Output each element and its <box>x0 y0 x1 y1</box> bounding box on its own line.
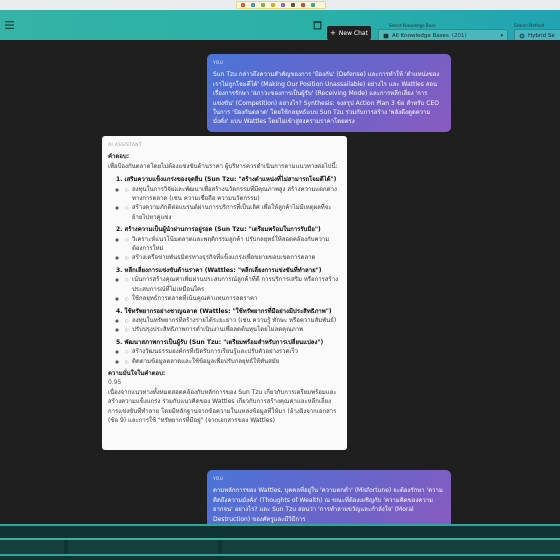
message-text: ตามหลักการของ Wattles, บุคคลที่อยู่ใน 'ค… <box>213 487 443 523</box>
message-text: Sun Tzu กล่าวถึงความสำคัญของการ 'ป้องกัน… <box>213 71 440 126</box>
gear-icon <box>519 33 525 39</box>
bullet-item: ใช้กลยุทธ์การตลาดที่เน้นคุณค่าแทนการลดรา… <box>125 294 341 304</box>
extension-toolbar[interactable] <box>236 1 326 9</box>
divider <box>0 554 560 556</box>
confidence-label: ความมั่นใจในคำตอบ: <box>108 369 166 377</box>
section-title: 4. ใช้ทรัพยากรอย่างชาญฉลาด (Wattles: "ใช… <box>116 307 332 315</box>
divider <box>0 538 560 540</box>
list-item: 1. เสริมความแข็งแกร่งของจุดยืน (Sun Tzu:… <box>108 175 341 222</box>
extension-icon[interactable] <box>301 3 305 7</box>
message-role: YOU <box>213 61 224 66</box>
bullet-item: สร้างความภักดีต่อแบรนด์ผ่านการบริการที่เ… <box>125 203 341 222</box>
knowledge-base-label: Select Knowledge Base <box>389 23 436 28</box>
list-item: 5. พัฒนาสภาพการเป็นผู้รับ (Sun Tzu: "เตร… <box>108 338 341 367</box>
chevron-down-icon: ▾ <box>500 33 503 39</box>
assistant-message: AI ASSISTANT คำตอบ: เพื่อป้องกันตลาดโดยไ… <box>102 136 347 450</box>
menu-icon[interactable] <box>4 19 15 30</box>
answer-heading: คำตอบ: <box>108 153 130 161</box>
extension-icon[interactable] <box>271 3 275 7</box>
search-method-label: Search Method <box>514 23 545 28</box>
bullet-item: วิเคราะห์แนวโน้มตลาดและพฤติกรรมลูกค้า ปร… <box>125 235 341 254</box>
bullet-item: สร้างเครือข่ายพันธมิตรทางธุรกิจที่แข็งแก… <box>125 253 341 263</box>
footer-segment <box>68 540 218 554</box>
footer-segment <box>222 540 560 554</box>
search-method-value: Hybrid Se <box>528 33 555 39</box>
bullet-item: ปรับปรุงประสิทธิภาพการดำเนินงานเพื่อลดต้… <box>125 325 341 335</box>
new-chat-button[interactable]: + New Chat <box>327 26 371 40</box>
message-role: AI ASSISTANT <box>108 143 143 148</box>
extension-icon[interactable] <box>241 3 245 7</box>
browser-toolbar <box>0 0 560 10</box>
answer-intro: เพื่อป้องกันตลาดโดยไม่ต้องแข่งขันด้านราค… <box>108 162 338 170</box>
knowledge-base-value: All Knowledge Bases <box>392 33 449 39</box>
confidence-explanation: เนื่องจากแนวทางทั้งหมดสอดคล้องกับหลักการ… <box>108 388 337 424</box>
extension-icon[interactable] <box>291 3 295 7</box>
list-item: 2. สร้างความเป็นผู้นำผ่านการอยู่รอด (Sun… <box>108 225 341 263</box>
knowledge-base-count: (201) <box>451 33 467 39</box>
user-message: YOU ตามหลักการของ Wattles, บุคคลที่อยู่ใ… <box>207 470 451 524</box>
new-chat-label: New Chat <box>338 29 368 37</box>
confidence-block: ความมั่นใจในคำตอบ: 0.95 เนื่องจากแนวทางท… <box>108 369 341 425</box>
bullet-item: ติดตามข้อมูลตลาดและใช้ข้อมูลเพื่อปรับกลย… <box>125 357 341 367</box>
app-header: + New Chat Select Knowledge Base All Kno… <box>0 10 560 43</box>
action-list: 1. เสริมความแข็งแกร่งของจุดยืน (Sun Tzu:… <box>108 175 341 366</box>
divider <box>0 524 560 526</box>
user-message: YOU Sun Tzu กล่าวถึงความสำคัญของการ 'ป้อ… <box>207 54 451 132</box>
list-item: 3. หลีกเลี่ยงการแข่งขันด้านราคา (Wattles… <box>108 266 341 304</box>
footer-segment <box>0 540 64 554</box>
section-title: 2. สร้างความเป็นผู้นำผ่านการอยู่รอด (Sun… <box>116 226 321 234</box>
bullet-item: ลงทุนในการวิจัยและพัฒนาเพื่อสร้างนวัตกรร… <box>125 185 341 204</box>
section-title: 5. พัฒนาสภาพการเป็นผู้รับ (Sun Tzu: "เตร… <box>116 338 324 346</box>
plus-icon: + <box>330 28 336 37</box>
trash-icon[interactable] <box>312 19 323 30</box>
bullet-item: ลงทุนในทรัพยากรที่สร้างรายได้ระยะยาว (เช… <box>125 316 341 326</box>
bullet-item: เน้นการสร้างคุณค่าเพิ่มผ่านประสบการณ์ลูก… <box>125 275 341 294</box>
bullet-item: สร้างวัฒนธรรมองค์กรที่เปิดรับการเรียนรู้… <box>125 347 341 357</box>
message-role: YOU <box>213 477 224 482</box>
section-title: 3. หลีกเลี่ยงการแข่งขันด้านราคา (Wattles… <box>116 266 322 274</box>
chat-input-region <box>0 524 560 560</box>
section-title: 1. เสริมความแข็งแกร่งของจุดยืน (Sun Tzu:… <box>116 176 337 184</box>
database-icon <box>383 33 389 39</box>
extension-icon[interactable] <box>311 3 315 7</box>
chat-area[interactable]: YOU Sun Tzu กล่าวถึงความสำคัญของการ 'ป้อ… <box>0 40 560 524</box>
extension-icon[interactable] <box>261 3 265 7</box>
confidence-value: 0.95 <box>108 379 122 387</box>
list-item: 4. ใช้ทรัพยากรอย่างชาญฉลาด (Wattles: "ใช… <box>108 307 341 336</box>
extension-icon[interactable] <box>251 3 255 7</box>
extension-icon[interactable] <box>281 3 285 7</box>
